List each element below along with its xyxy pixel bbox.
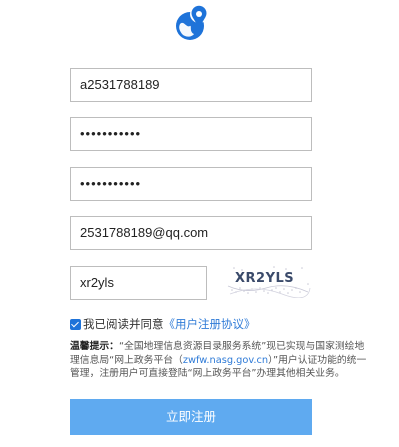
notice-url: zwfw.nasg.gov.cn bbox=[182, 354, 269, 366]
username-input[interactable]: a2531788189 bbox=[70, 68, 312, 102]
register-button[interactable]: 立即注册 bbox=[70, 399, 312, 435]
agreement-checkbox[interactable] bbox=[70, 318, 81, 330]
password-input[interactable]: ••••••••••• bbox=[70, 117, 312, 151]
agreement-text: 我已阅读并同意 bbox=[83, 317, 164, 331]
notice-label: 温馨提示： bbox=[70, 341, 119, 352]
user-agreement-link[interactable]: 《用户注册协议》 bbox=[164, 316, 256, 332]
agreement-row: 我已阅读并同意 《用户注册协议》 bbox=[70, 316, 256, 332]
globe-location-pin-icon bbox=[176, 5, 208, 40]
captcha-text: XR2YLS bbox=[235, 271, 294, 286]
captcha-input[interactable]: xr2yls bbox=[70, 266, 207, 300]
email-input[interactable]: 2531788189@qq.com bbox=[70, 216, 312, 250]
notice-text: 温馨提示：“全国地理信息资源目录服务系统”现已实现与国家测绘地理信息局“网上政务… bbox=[70, 340, 370, 381]
captcha-image[interactable]: XR2YLS bbox=[226, 264, 312, 298]
confirm-password-input[interactable]: ••••••••••• bbox=[70, 167, 312, 201]
